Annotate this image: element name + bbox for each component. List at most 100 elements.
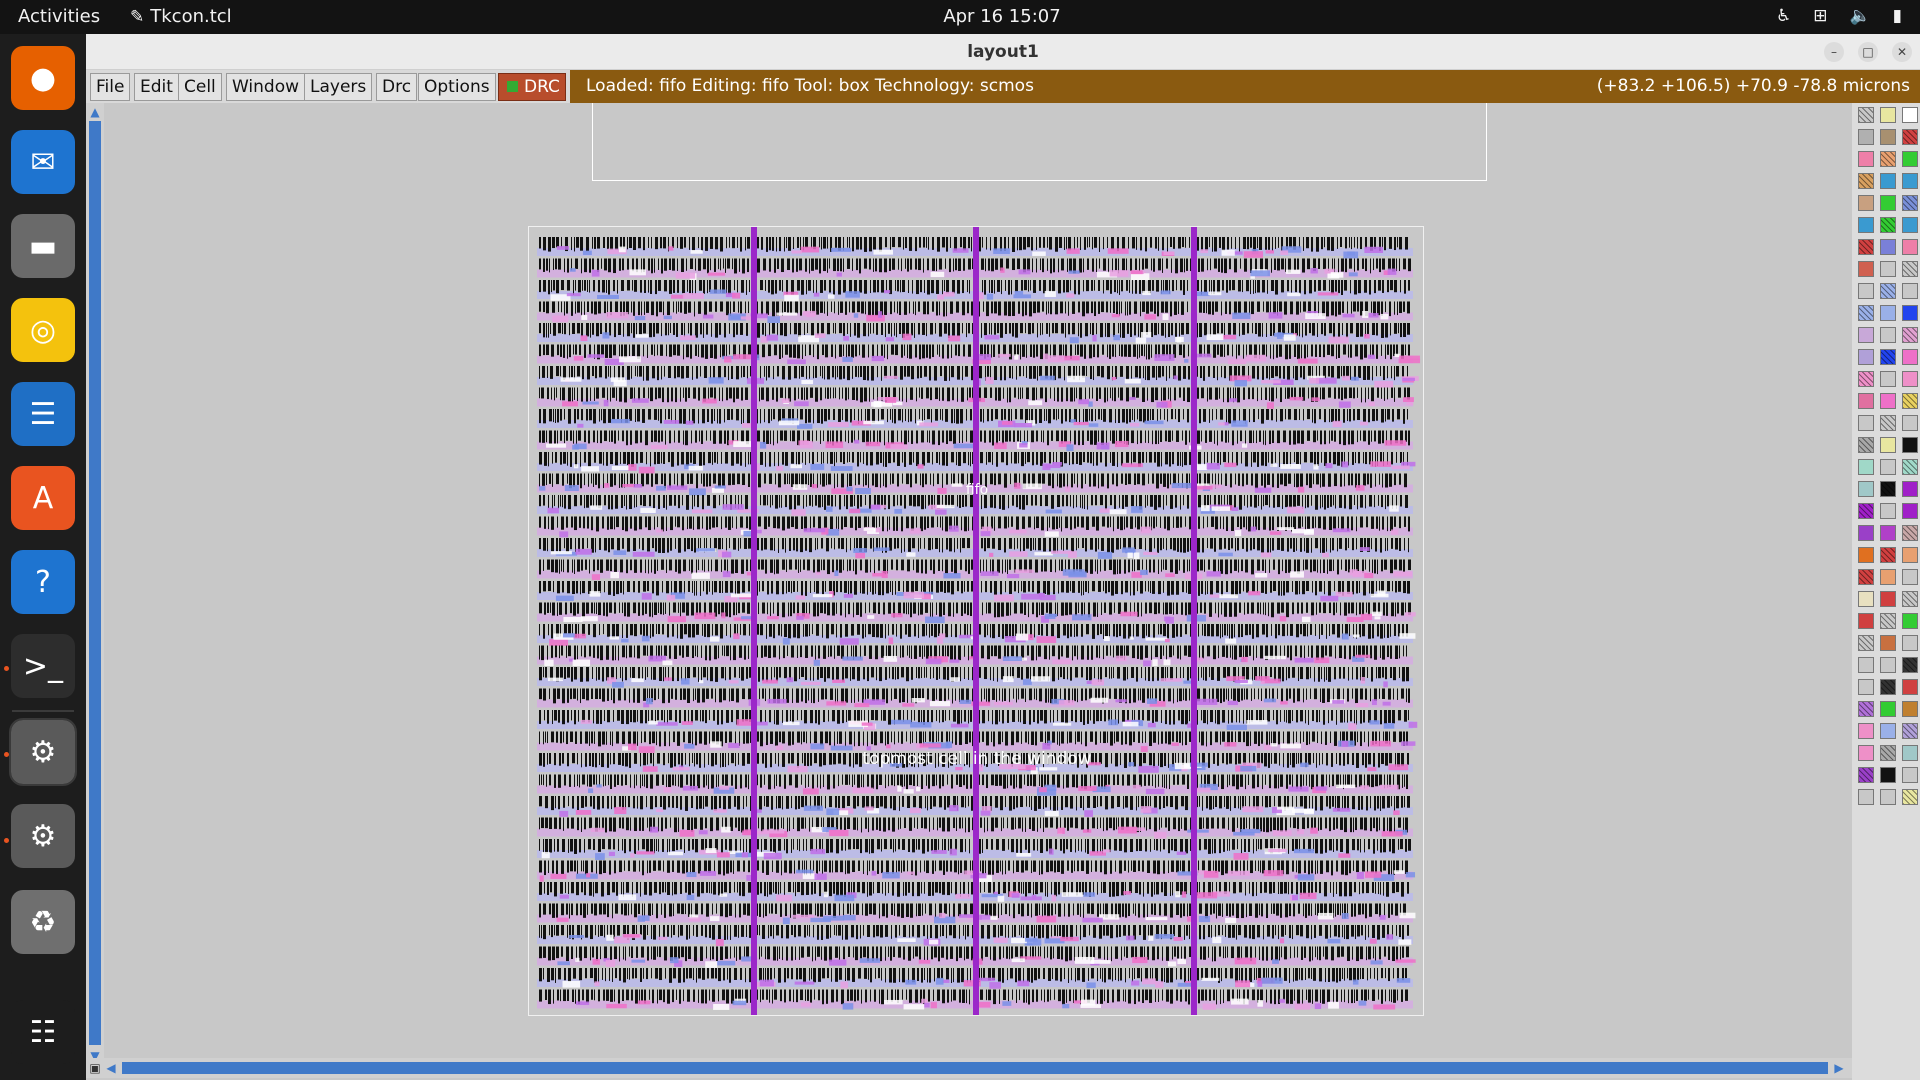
menu-window[interactable]: Window <box>226 73 306 101</box>
layer-swatch[interactable] <box>1858 745 1874 761</box>
trash-icon[interactable]: ♻ <box>11 890 75 954</box>
help-icon[interactable]: ? <box>11 550 75 614</box>
layer-swatch[interactable] <box>1880 305 1896 321</box>
battery-icon[interactable]: ▮ <box>1893 6 1902 26</box>
minimize-icon[interactable]: – <box>1824 42 1844 62</box>
vertical-scroll-track[interactable] <box>89 121 101 1045</box>
layer-swatch[interactable] <box>1858 481 1874 497</box>
layer-swatch[interactable] <box>1880 283 1896 299</box>
layer-swatch[interactable] <box>1880 613 1896 629</box>
menu-edit[interactable]: Edit <box>134 73 179 101</box>
layer-swatch[interactable] <box>1880 195 1896 211</box>
layer-swatch[interactable] <box>1880 789 1896 805</box>
layer-swatch[interactable] <box>1880 679 1896 695</box>
settings-icon-2[interactable]: ⚙ <box>11 804 75 868</box>
volume-icon[interactable]: 🔈 <box>1849 6 1870 26</box>
layer-swatch[interactable] <box>1902 745 1918 761</box>
menu-cell[interactable]: Cell <box>178 73 222 101</box>
menu-drc[interactable]: Drc <box>376 73 418 101</box>
show-apps-icon[interactable]: ☷ <box>11 1000 75 1064</box>
layer-swatch[interactable] <box>1880 503 1896 519</box>
layer-swatch[interactable] <box>1858 195 1874 211</box>
layer-swatch[interactable] <box>1858 261 1874 277</box>
layer-swatch[interactable] <box>1902 107 1918 123</box>
layer-swatch[interactable] <box>1880 107 1896 123</box>
layer-swatch[interactable] <box>1902 591 1918 607</box>
layer-palette[interactable] <box>1852 103 1920 1080</box>
layer-swatch[interactable] <box>1858 393 1874 409</box>
layer-swatch[interactable] <box>1902 723 1918 739</box>
layer-swatch[interactable] <box>1880 129 1896 145</box>
rhythmbox-icon[interactable]: ◎ <box>11 298 75 362</box>
layer-swatch[interactable] <box>1880 657 1896 673</box>
layer-swatch[interactable] <box>1902 503 1918 519</box>
menu-options[interactable]: Options <box>418 73 496 101</box>
layer-swatch[interactable] <box>1902 327 1918 343</box>
layer-swatch[interactable] <box>1902 547 1918 563</box>
firefox-icon[interactable]: ● <box>11 46 75 110</box>
layer-swatch[interactable] <box>1880 349 1896 365</box>
layer-swatch[interactable] <box>1880 437 1896 453</box>
layer-swatch[interactable] <box>1902 767 1918 783</box>
layer-swatch[interactable] <box>1902 525 1918 541</box>
layer-swatch[interactable] <box>1880 151 1896 167</box>
layer-swatch[interactable] <box>1880 173 1896 189</box>
layer-swatch[interactable] <box>1858 371 1874 387</box>
layer-swatch[interactable] <box>1880 415 1896 431</box>
layer-swatch[interactable] <box>1858 239 1874 255</box>
horizontal-scrollbar[interactable]: ▣ ◀ ▶ <box>86 1058 1852 1078</box>
layer-swatch[interactable] <box>1880 767 1896 783</box>
layer-swatch[interactable] <box>1880 239 1896 255</box>
layer-swatch[interactable] <box>1880 525 1896 541</box>
layer-swatch[interactable] <box>1858 679 1874 695</box>
layer-swatch[interactable] <box>1902 151 1918 167</box>
menu-layers[interactable]: Layers <box>304 73 373 101</box>
layer-swatch[interactable] <box>1902 459 1918 475</box>
layer-swatch[interactable] <box>1858 305 1874 321</box>
layer-swatch[interactable] <box>1880 569 1896 585</box>
layer-swatch[interactable] <box>1858 283 1874 299</box>
layer-swatch[interactable] <box>1880 591 1896 607</box>
layer-swatch[interactable] <box>1902 305 1918 321</box>
zoom-box-icon[interactable]: ▣ <box>88 1061 102 1075</box>
scroll-left-icon[interactable]: ◀ <box>104 1061 118 1075</box>
layer-swatch[interactable] <box>1902 283 1918 299</box>
network-icon[interactable]: ⊞ <box>1813 6 1827 26</box>
layer-swatch[interactable] <box>1902 569 1918 585</box>
layer-swatch[interactable] <box>1902 701 1918 717</box>
accessibility-icon[interactable]: ♿ <box>1776 6 1791 26</box>
layer-swatch[interactable] <box>1858 437 1874 453</box>
layer-swatch[interactable] <box>1880 547 1896 563</box>
layer-swatch[interactable] <box>1902 415 1918 431</box>
layer-swatch[interactable] <box>1858 789 1874 805</box>
layer-swatch[interactable] <box>1858 459 1874 475</box>
layer-swatch[interactable] <box>1902 613 1918 629</box>
settings-icon[interactable]: ⚙ <box>9 718 77 786</box>
writer-icon[interactable]: ☰ <box>11 382 75 446</box>
layer-swatch[interactable] <box>1858 415 1874 431</box>
system-tray[interactable]: ♿ ⊞ 🔈 ▮ <box>1776 6 1902 26</box>
layer-swatch[interactable] <box>1858 613 1874 629</box>
fifo-cell[interactable]: fifo topmost cell in the window <box>528 226 1424 1016</box>
scroll-up-icon[interactable]: ▲ <box>88 105 102 119</box>
layer-swatch[interactable] <box>1858 503 1874 519</box>
layer-swatch[interactable] <box>1858 591 1874 607</box>
layer-swatch[interactable] <box>1858 569 1874 585</box>
thunderbird-icon[interactable]: ✉ <box>11 130 75 194</box>
layer-swatch[interactable] <box>1858 327 1874 343</box>
layer-swatch[interactable] <box>1880 327 1896 343</box>
horizontal-scroll-track[interactable] <box>122 1062 1828 1074</box>
layer-swatch[interactable] <box>1902 371 1918 387</box>
close-icon[interactable]: ✕ <box>1892 42 1912 62</box>
layer-swatch[interactable] <box>1858 349 1874 365</box>
layer-swatch[interactable] <box>1880 261 1896 277</box>
layer-swatch[interactable] <box>1880 217 1896 233</box>
layer-swatch[interactable] <box>1858 701 1874 717</box>
layer-swatch[interactable] <box>1902 261 1918 277</box>
layer-swatch[interactable] <box>1880 481 1896 497</box>
layer-swatch[interactable] <box>1858 129 1874 145</box>
layer-swatch[interactable] <box>1880 745 1896 761</box>
layer-swatch[interactable] <box>1902 217 1918 233</box>
layer-swatch[interactable] <box>1902 239 1918 255</box>
layer-swatch[interactable] <box>1858 547 1874 563</box>
